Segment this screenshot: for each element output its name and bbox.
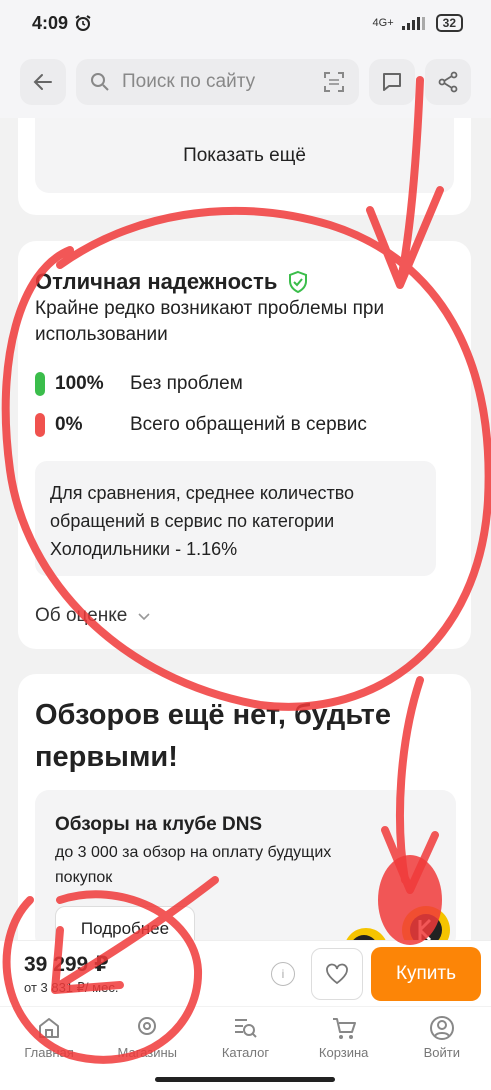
about-rating-toggle[interactable]: Об оценке [35, 605, 151, 627]
cart-icon [332, 1017, 356, 1039]
tab-label: Каталог [221, 1044, 270, 1060]
reliability-card: Отличная надежность Крайне редко возника… [18, 241, 471, 649]
search-placeholder: Поиск по сайту [122, 71, 256, 92]
price: 39 299 ₽ [24, 952, 109, 976]
tab-cart[interactable]: Корзина [299, 1015, 389, 1060]
comparison-box: Для сравнения, среднее количество обраще… [35, 461, 436, 576]
club-subtitle: до 3 000 за обзор на оплату будущих поку… [55, 844, 332, 886]
prev-card: Показать ещё [18, 118, 471, 215]
bottom-nav: Главная Магазины Каталог Корзина Войти [0, 1007, 491, 1067]
alarm-icon [75, 15, 91, 31]
reliability-subtitle: Крайне редко возникают проблемы при испо… [35, 298, 385, 345]
tab-label: Главная [24, 1044, 74, 1060]
metric-value: 100% [55, 373, 104, 394]
heart-icon [326, 963, 348, 984]
buy-bar: 39 299 ₽ от 3 831 ₽/ мес. i Купить [0, 940, 491, 1006]
signal-icon [401, 17, 425, 30]
arrow-left-icon [33, 74, 52, 90]
reviews-card: Обзоров ещё нет, будьте первыми! Обзоры … [18, 674, 471, 964]
home-indicator [155, 1077, 335, 1082]
metric-no-problems: 100% Без проблем [35, 372, 243, 396]
shield-check-icon [289, 270, 308, 294]
reliability-title: Отличная надежность [35, 269, 309, 295]
metric-label: Всего обращений в сервис [130, 414, 367, 435]
tab-label: Корзина [318, 1044, 369, 1060]
tab-home[interactable]: Главная [4, 1015, 94, 1060]
chat-button[interactable] [369, 59, 415, 105]
search-input[interactable]: Поиск по сайту [76, 59, 359, 105]
status-time: 4:09 [32, 13, 92, 34]
reliability-title-text: Отличная надежность [35, 269, 278, 294]
back-button[interactable] [20, 59, 66, 105]
location-icon [138, 1016, 157, 1035]
metric-value: 0% [55, 414, 83, 435]
clock-text: 4:09 [32, 12, 69, 33]
user-icon [429, 1015, 454, 1040]
chat-icon [383, 73, 401, 91]
tab-login[interactable]: Войти [397, 1015, 487, 1060]
reviews-title: Обзоров ещё нет, будьте первыми! [35, 699, 391, 773]
tab-catalog[interactable]: Каталог [200, 1015, 290, 1060]
battery-indicator: 32 [435, 14, 463, 32]
top-bar: Поиск по сайту [0, 46, 491, 118]
scan-icon[interactable] [323, 71, 345, 93]
network-label: 4G+ [372, 17, 394, 29]
club-promo: Обзоры на клубе DNS до 3 000 за обзор на… [35, 790, 456, 960]
buy-button[interactable]: Купить [371, 946, 481, 1001]
metric-service-requests: 0% Всего обращений в сервис [35, 413, 367, 437]
monthly-price: от 3 831 ₽/ мес. [24, 979, 119, 995]
search-icon [91, 73, 109, 91]
favorite-button[interactable] [311, 947, 363, 1000]
club-title: Обзоры на клубе DNS [55, 814, 263, 835]
metric-label: Без проблем [130, 373, 243, 394]
show-more-button[interactable]: Показать ещё [35, 118, 454, 193]
chevron-down-icon [138, 613, 150, 621]
tab-stores[interactable]: Магазины [102, 1015, 192, 1060]
price-box: 39 299 ₽ от 3 831 ₽/ мес. [24, 952, 271, 996]
tab-label: Войти [423, 1044, 461, 1060]
about-rating-label: Об оценке [35, 605, 128, 626]
metric-bar-red [35, 413, 45, 437]
share-button[interactable] [425, 59, 471, 105]
share-icon [438, 71, 458, 93]
metric-bar-green [35, 372, 45, 396]
status-bar: 4:09 4G+ 32 [0, 0, 491, 46]
catalog-icon [235, 1018, 258, 1038]
home-icon [39, 1017, 60, 1038]
tab-label: Магазины [117, 1044, 178, 1060]
info-icon[interactable]: i [271, 961, 295, 986]
